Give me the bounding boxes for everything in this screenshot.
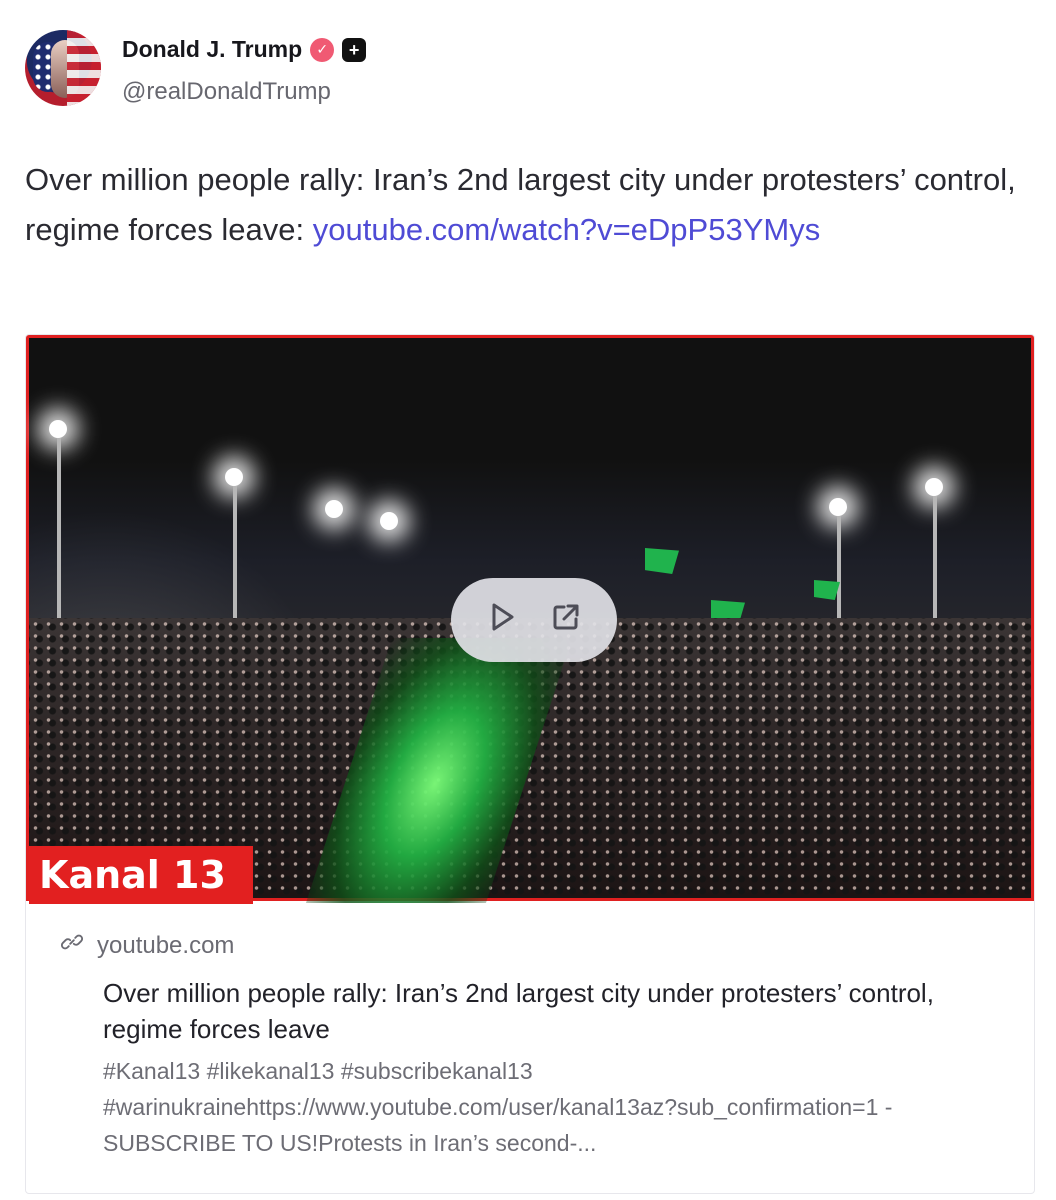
video-thumbnail[interactable]: Kanal 13 [26, 335, 1034, 904]
verified-badge-icon: ✓ [310, 37, 335, 62]
post-link[interactable]: youtube.com/watch?v=eDpP53YMys [313, 212, 820, 247]
street-light-1 [49, 420, 67, 438]
video-controls [451, 578, 617, 662]
avatar-stripes-pattern [66, 30, 101, 106]
display-name[interactable]: Donald J. Trump [122, 36, 302, 63]
post-text: Over million people rally: Iran’s 2nd la… [25, 155, 1025, 255]
green-flag-1 [645, 548, 679, 574]
source-row: youtube.com [60, 931, 234, 960]
avatar[interactable] [25, 30, 101, 106]
link-card-title[interactable]: Over million people rally: Iran’s 2nd la… [103, 975, 993, 1047]
street-light-6 [829, 498, 847, 516]
source-domain[interactable]: youtube.com [97, 932, 234, 960]
plus-icon: + [342, 37, 367, 62]
street-light-5 [925, 478, 943, 496]
kanal-13-badge: Kanal 13 [29, 846, 253, 904]
street-light-2 [225, 468, 243, 486]
street-light-pole-2 [233, 486, 237, 636]
open-external-icon[interactable] [548, 599, 584, 642]
street-light-3 [325, 500, 343, 518]
username-handle[interactable]: @realDonaldTrump [122, 78, 331, 106]
street-light-4 [380, 512, 398, 530]
play-icon[interactable] [484, 599, 520, 642]
link-preview-card[interactable]: Kanal 13 youtube.com Over million people… [25, 334, 1035, 1194]
profile-name-row: Donald J. Trump ✓ + [122, 36, 367, 63]
link-card-description: #Kanal13 #likekanal13 #subscribekanal13 … [103, 1058, 893, 1156]
link-icon [60, 931, 84, 960]
